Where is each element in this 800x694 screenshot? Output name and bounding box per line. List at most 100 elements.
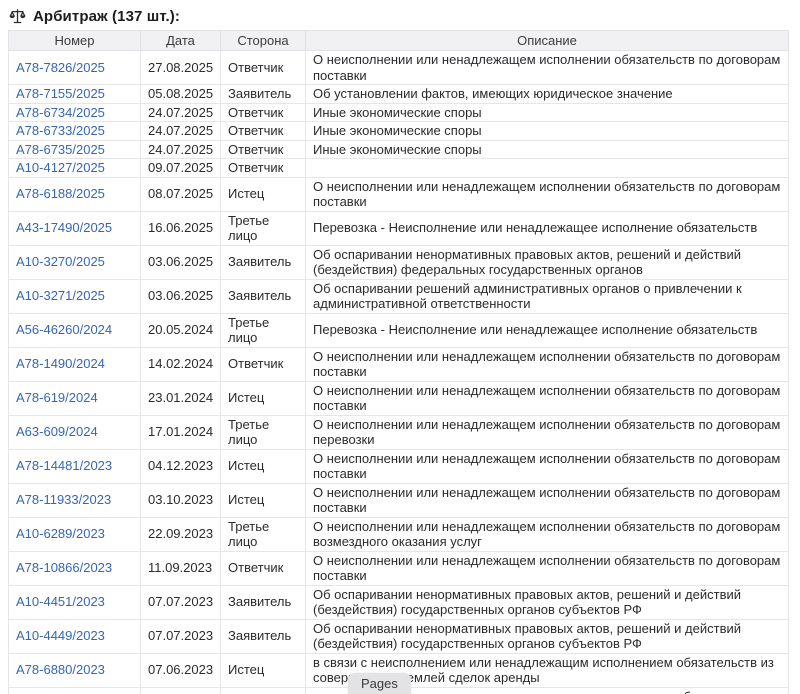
case-number-cell: А10-3270/2025 — [9, 245, 141, 279]
case-description: О неисполнении или ненадлежащем исполнен… — [306, 415, 789, 449]
case-number-cell: А43-17490/2025 — [9, 211, 141, 245]
case-number-link[interactable]: А56-46260/2024 — [16, 322, 112, 337]
case-side: Заявитель — [221, 279, 306, 313]
case-number-link[interactable]: А78-6188/2025 — [16, 186, 105, 201]
case-number-link[interactable]: А63-609/2024 — [16, 424, 98, 439]
case-description: Об оспаривании ненормативных правовых ак… — [306, 585, 789, 619]
case-description: О неисполнении или ненадлежащем исполнен… — [306, 347, 789, 381]
case-number-link[interactable]: А78-11933/2023 — [16, 492, 111, 507]
case-number-link[interactable]: А10-6289/2023 — [16, 526, 105, 541]
case-number-cell: А78-11933/2023 — [9, 483, 141, 517]
case-date: 20.05.2024 — [141, 313, 221, 347]
case-side: Ответчик — [221, 140, 306, 159]
case-number-link[interactable]: А78-619/2024 — [16, 390, 98, 405]
case-date: 03.06.2025 — [141, 245, 221, 279]
case-number-link[interactable]: А78-7826/2025 — [16, 60, 105, 75]
case-number-cell: А10-4127/2025 — [9, 159, 141, 178]
case-description: Иные экономические споры — [306, 122, 789, 141]
case-description: О неисполнении или ненадлежащем исполнен… — [306, 177, 789, 211]
case-number-cell: А78-6733/2025 — [9, 122, 141, 141]
case-number-link[interactable]: А10-3271/2025 — [16, 288, 105, 303]
case-number-link[interactable]: А78-6734/2025 — [16, 105, 105, 120]
case-side: Истец — [221, 483, 306, 517]
case-number-link[interactable]: А10-4127/2025 — [16, 160, 105, 175]
case-number-cell: А56-46260/2024 — [9, 313, 141, 347]
table-row: А78-6733/202524.07.2025ОтветчикИные экон… — [9, 122, 789, 141]
table-row: А10-4127/202509.07.2025Ответчик — [9, 159, 789, 178]
case-side: Заявитель — [221, 585, 306, 619]
table-row: А78-10866/202311.09.2023ОтветчикО неиспо… — [9, 551, 789, 585]
case-number-link[interactable]: А78-10866/2023 — [16, 560, 112, 575]
case-number-cell: А10-3323/2023 — [9, 687, 141, 694]
case-number-link[interactable]: А78-6733/2025 — [16, 123, 105, 138]
case-number-link[interactable]: А10-4449/2023 — [16, 628, 105, 643]
case-number-link[interactable]: А78-6880/2023 — [16, 662, 105, 677]
table-row: А10-6289/202322.09.2023Третье лицоО неис… — [9, 517, 789, 551]
column-header-date: Дата — [141, 31, 221, 51]
table-row: А10-3271/202503.06.2025ЗаявительОб оспар… — [9, 279, 789, 313]
case-date: 24.07.2025 — [141, 122, 221, 141]
case-date: 04.12.2023 — [141, 449, 221, 483]
table-row: А78-6735/202524.07.2025ОтветчикИные экон… — [9, 140, 789, 159]
case-date: 24.07.2025 — [141, 103, 221, 122]
case-side: Ответчик — [221, 347, 306, 381]
case-date: 08.07.2025 — [141, 177, 221, 211]
case-description: Об оспаривании ненормативных правовых ак… — [306, 245, 789, 279]
table-row: А78-11933/2023 03.10.2023ИстецО неисполне… — [9, 483, 789, 517]
table-row: А78-7826/2025 27.08.2025ОтветчикО неиспол… — [9, 51, 789, 85]
case-date: 22.09.2023 — [141, 517, 221, 551]
case-number-link[interactable]: А78-14481/2023 — [16, 458, 112, 473]
case-description: О неисполнении или ненадлежащем исполнен… — [306, 551, 789, 585]
case-date: 14.02.2024 — [141, 347, 221, 381]
case-description: О неисполнении или ненадлежащем исполнен… — [306, 449, 789, 483]
column-header-number: Номер — [9, 31, 141, 51]
case-number-link[interactable]: А78-6735/2025 — [16, 142, 105, 157]
case-number-link[interactable]: А43-17490/2025 — [16, 220, 112, 235]
case-description: Перевозка - Неисполнение или ненадлежаще… — [306, 313, 789, 347]
case-description: Об оспаривании ненормативных правовых ак… — [306, 619, 789, 653]
case-description: Перевозка - Неисполнение или ненадлежаще… — [306, 211, 789, 245]
page-title: Арбитраж (137 шт.): — [33, 8, 180, 25]
case-number-cell: А78-7826/2025 — [9, 51, 141, 85]
case-side: Ответчик — [221, 51, 306, 85]
case-number-cell: А10-6289/2023 — [9, 517, 141, 551]
case-date: 29.05.2023 — [141, 687, 221, 694]
case-side: Истец — [221, 177, 306, 211]
case-side: Заявитель — [221, 619, 306, 653]
case-number-cell: А78-7155/2025 — [9, 85, 141, 104]
case-number-cell: А78-619/2024 — [9, 381, 141, 415]
case-number-cell: А63-609/2024 — [9, 415, 141, 449]
case-number-cell: А78-14481/2023 — [9, 449, 141, 483]
case-date: 24.07.2025 — [141, 140, 221, 159]
case-number-cell: А78-6880/2023 — [9, 653, 141, 687]
case-side: Истец — [221, 449, 306, 483]
case-side: Заявитель — [221, 85, 306, 104]
case-date: 27.08.2025 — [141, 51, 221, 85]
pages-button[interactable]: Pages — [348, 673, 411, 694]
table-row: А78-7155/202505.08.2025ЗаявительОб устан… — [9, 85, 789, 104]
section-header: Арбитраж (137 шт.): — [0, 0, 800, 25]
case-number-link[interactable]: А78-1490/2024 — [16, 356, 105, 371]
case-number-link[interactable]: А78-7155/2025 — [16, 86, 105, 101]
case-side: Истец — [221, 653, 306, 687]
case-date: 17.01.2024 — [141, 415, 221, 449]
case-side: Ответчик — [221, 551, 306, 585]
arbitration-page: Арбитраж (137 шт.): Номер Дата Сторона О… — [0, 0, 800, 694]
table-row: А10-4449/202307.07.2023ЗаявительОб оспар… — [9, 619, 789, 653]
case-side: Заявитель — [221, 245, 306, 279]
case-date: 03.10.2023 — [141, 483, 221, 517]
table-row: А78-6734/202524.07.2025ОтветчикИные экон… — [9, 103, 789, 122]
case-side: Ответчик — [221, 103, 306, 122]
case-description: О неисполнении или ненадлежащем исполнен… — [306, 51, 789, 85]
case-number-cell: А78-6188/2025 — [9, 177, 141, 211]
case-side: Третье лицо — [221, 211, 306, 245]
case-number-link[interactable]: А10-4451/2023 — [16, 594, 105, 609]
table-row: А56-46260/202420.05.2024Третье лицоПерев… — [9, 313, 789, 347]
case-date: 16.06.2025 — [141, 211, 221, 245]
table-row: А43-17490/2025 16.06.2025Третье лицоПерев… — [9, 211, 789, 245]
case-description: Об установлении фактов, имеющих юридичес… — [306, 85, 789, 104]
table-row: А78-14481/2023 04.12.2023ИстецО неисполне… — [9, 449, 789, 483]
case-number-link[interactable]: А10-3270/2025 — [16, 254, 105, 269]
case-date: 07.06.2023 — [141, 653, 221, 687]
case-description: О неисполнении или ненадлежащем исполнен… — [306, 483, 789, 517]
